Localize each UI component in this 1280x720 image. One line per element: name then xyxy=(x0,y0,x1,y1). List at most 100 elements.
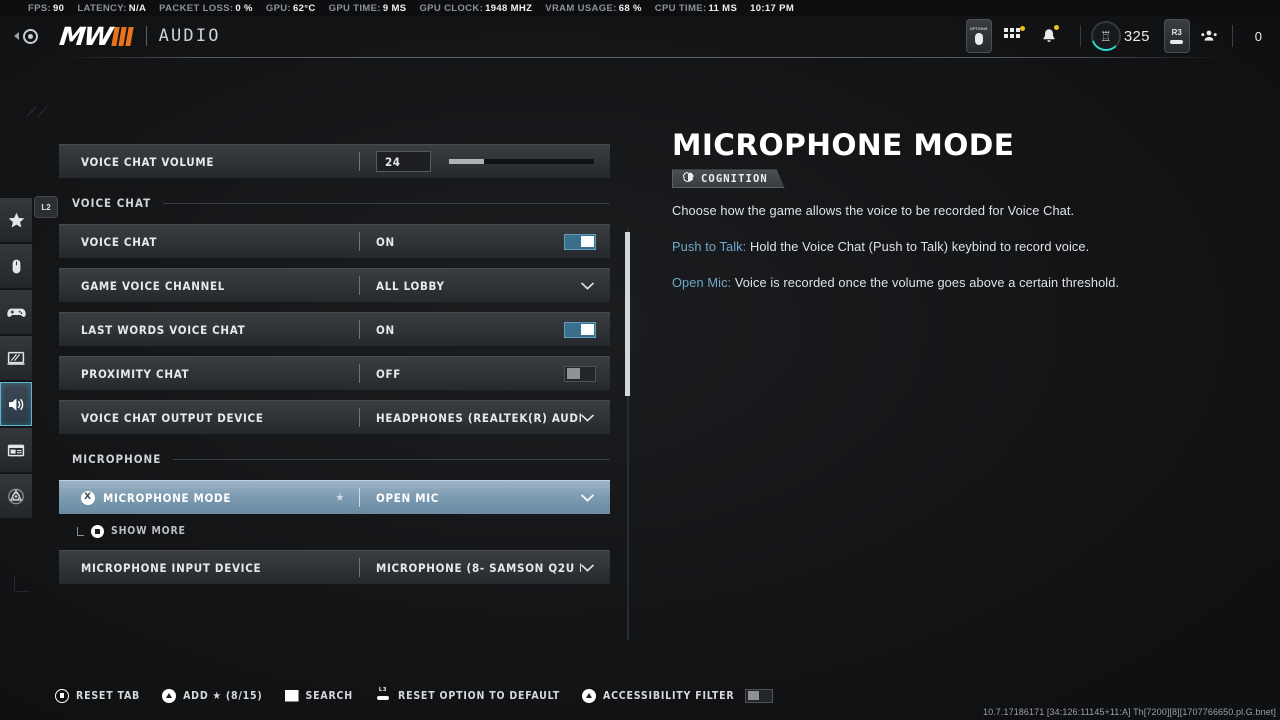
perf-clock: 10:17 PM xyxy=(750,2,795,14)
circle-button-icon xyxy=(91,524,104,538)
setting-row-microphone-mode[interactable]: X MICROPHONE MODE ★ OPEN MIC xyxy=(59,480,610,514)
row-label: VOICE CHAT VOLUME xyxy=(81,154,215,169)
volume-slider[interactable] xyxy=(449,159,594,164)
action-label: SEARCH xyxy=(305,689,353,702)
build-version-string: 10.7.17186171 [34:126:11145+11:A] Th[720… xyxy=(982,707,1276,717)
setting-row-last-words-voice-chat[interactable]: LAST WORDS VOICE CHAT ON xyxy=(59,312,610,346)
grid-menu-icon[interactable] xyxy=(1003,26,1025,44)
chevron-down-icon[interactable] xyxy=(581,564,594,572)
bottom-action-bar: RESET TAB ADD ★ (8/15) SEARCH L3 RESET O… xyxy=(55,687,774,703)
sidebar-item-favorites[interactable] xyxy=(0,198,32,242)
square-button-icon xyxy=(284,689,299,702)
setting-row-voice-chat-volume[interactable]: VOICE CHAT VOLUME 24 xyxy=(59,144,610,178)
option-text: Voice is recorded once the volume goes a… xyxy=(731,274,1120,290)
sidebar-item-mouse-keyboard[interactable] xyxy=(0,244,32,288)
status-badge: COGNITION xyxy=(672,169,785,188)
circle-button-icon xyxy=(55,688,69,703)
back-button[interactable] xyxy=(14,28,38,44)
detail-option-open-mic: Open Mic: Voice is recorded once the vol… xyxy=(672,274,1172,293)
row-value: ON xyxy=(376,322,395,337)
brain-icon xyxy=(682,170,695,188)
performance-overlay: FPS: 90 LATENCY: N/A PACKET LOSS: 0 % GPU: 6… xyxy=(0,0,1280,16)
row-label: VOICE CHAT xyxy=(81,234,158,249)
option-name: Open Mic: xyxy=(672,274,732,290)
action-search[interactable]: SEARCH xyxy=(284,689,353,702)
setting-row-proximity-chat[interactable]: PROXIMITY CHAT OFF xyxy=(59,356,610,390)
sidebar-item-audio[interactable] xyxy=(0,382,32,426)
row-label: MICROPHONE INPUT DEVICE xyxy=(81,560,262,575)
action-reset-option-to-default[interactable]: L3 RESET OPTION TO DEFAULT xyxy=(375,687,560,703)
header-actions: OPTIONS ♖ 325 R3 0 xyxy=(965,19,1280,53)
sidebar-item-interface[interactable] xyxy=(0,428,32,472)
accessibility-filter-toggle[interactable] xyxy=(745,688,774,703)
interface-icon xyxy=(7,444,25,456)
accessibility-icon xyxy=(8,488,24,504)
detail-option-push-to-talk: Push to Talk: Hold the Voice Chat (Push … xyxy=(672,238,1172,257)
perf-cpu-time: CPU TIME: 11 MS xyxy=(654,2,738,14)
detail-panel: MICROPHONE MODE COGNITION Choose how the… xyxy=(672,130,1172,292)
section-header-microphone: MICROPHONE xyxy=(59,448,610,470)
logo-text: MW xyxy=(58,21,113,51)
action-label: RESET TAB xyxy=(76,689,141,702)
action-reset-tab[interactable]: RESET TAB xyxy=(55,688,141,703)
header-divider xyxy=(1231,25,1233,47)
settings-sidebar xyxy=(0,198,32,518)
row-label: LAST WORDS VOICE CHAT xyxy=(81,322,246,337)
options-button[interactable]: OPTIONS xyxy=(965,19,992,53)
action-label: ADD ★ (8/15) xyxy=(183,689,263,702)
action-accessibility-filter[interactable]: ACCESSIBILITY FILTER xyxy=(581,688,774,703)
mouse-icon xyxy=(12,259,20,273)
notification-bell-icon[interactable] xyxy=(1040,25,1059,45)
logo-divider xyxy=(145,26,147,46)
player-emblem-icon: ♖ xyxy=(1100,28,1112,44)
notification-dot xyxy=(1019,26,1025,31)
toggle-switch[interactable] xyxy=(564,365,596,382)
toggle-switch[interactable] xyxy=(564,321,596,338)
l3-stick-icon: L3 xyxy=(375,687,391,703)
row-value: MICROPHONE (8- SAMSON Q2U MICRO xyxy=(376,560,581,575)
sidebar-item-accessibility[interactable] xyxy=(0,474,32,518)
notification-dot xyxy=(1053,25,1059,30)
action-add-favorite[interactable]: ADD ★ (8/15) xyxy=(162,688,263,703)
row-label: GAME VOICE CHANNEL xyxy=(81,278,226,293)
stick-glyph xyxy=(1170,40,1184,44)
perf-packet-loss: PACKET LOSS: 0 % xyxy=(159,2,253,14)
sidebar-item-graphics[interactable] xyxy=(0,336,32,380)
row-label: PROXIMITY CHAT xyxy=(81,366,190,381)
chevron-down-icon[interactable] xyxy=(581,414,594,422)
detail-description: Choose how the game allows the voice to … xyxy=(672,203,1075,219)
chevron-down-icon[interactable] xyxy=(581,282,594,290)
star-icon xyxy=(8,212,24,227)
action-label: ACCESSIBILITY FILTER xyxy=(602,689,735,702)
show-more-button[interactable]: SHOW MORE xyxy=(59,520,610,542)
page-title: AUDIO xyxy=(158,26,221,46)
gamepad-icon xyxy=(6,308,26,317)
show-more-label: SHOW MORE xyxy=(111,525,186,537)
setting-row-game-voice-channel[interactable]: GAME VOICE CHANNEL ALL LOBBY xyxy=(59,268,610,302)
setting-row-voice-chat-output-device[interactable]: VOICE CHAT OUTPUT DEVICE HEADPHONES (REA… xyxy=(59,400,610,434)
setting-row-voice-chat[interactable]: VOICE CHAT ON xyxy=(59,224,610,258)
decorative-corner xyxy=(14,576,30,592)
row-value: OPEN MIC xyxy=(376,490,440,505)
chevron-down-icon[interactable] xyxy=(581,494,594,502)
perf-gpu-temp: GPU: 62°C xyxy=(265,2,316,14)
scrollbar-thumb[interactable] xyxy=(625,232,630,396)
action-label: RESET OPTION TO DEFAULT xyxy=(398,689,560,702)
player-avatar[interactable]: ♖ 325 xyxy=(1090,21,1150,51)
sidebar-item-controller[interactable] xyxy=(0,290,32,334)
toggle-switch[interactable] xyxy=(564,233,596,250)
tree-corner-icon xyxy=(77,526,84,536)
top-header: MW AUDIO OPTIONS ♖ 325 R3 0 xyxy=(0,16,1280,56)
triangle-button-icon xyxy=(581,688,596,703)
setting-row-microphone-input-device[interactable]: MICROPHONE INPUT DEVICE MICROPHONE (8- S… xyxy=(59,550,610,584)
row-label: VOICE CHAT OUTPUT DEVICE xyxy=(81,410,264,425)
section-header-voice-chat: VOICE CHAT xyxy=(59,192,610,214)
volume-value-input[interactable]: 24 xyxy=(376,151,431,172)
favorite-star-icon[interactable]: ★ xyxy=(335,491,345,504)
squad-count: 0 xyxy=(1254,28,1262,44)
avatar: ♖ xyxy=(1090,21,1121,51)
r3-button[interactable]: R3 xyxy=(1163,19,1190,53)
section-rule xyxy=(173,458,610,460)
squad-icon[interactable] xyxy=(1200,27,1218,45)
perf-latency: LATENCY: N/A xyxy=(77,2,147,14)
